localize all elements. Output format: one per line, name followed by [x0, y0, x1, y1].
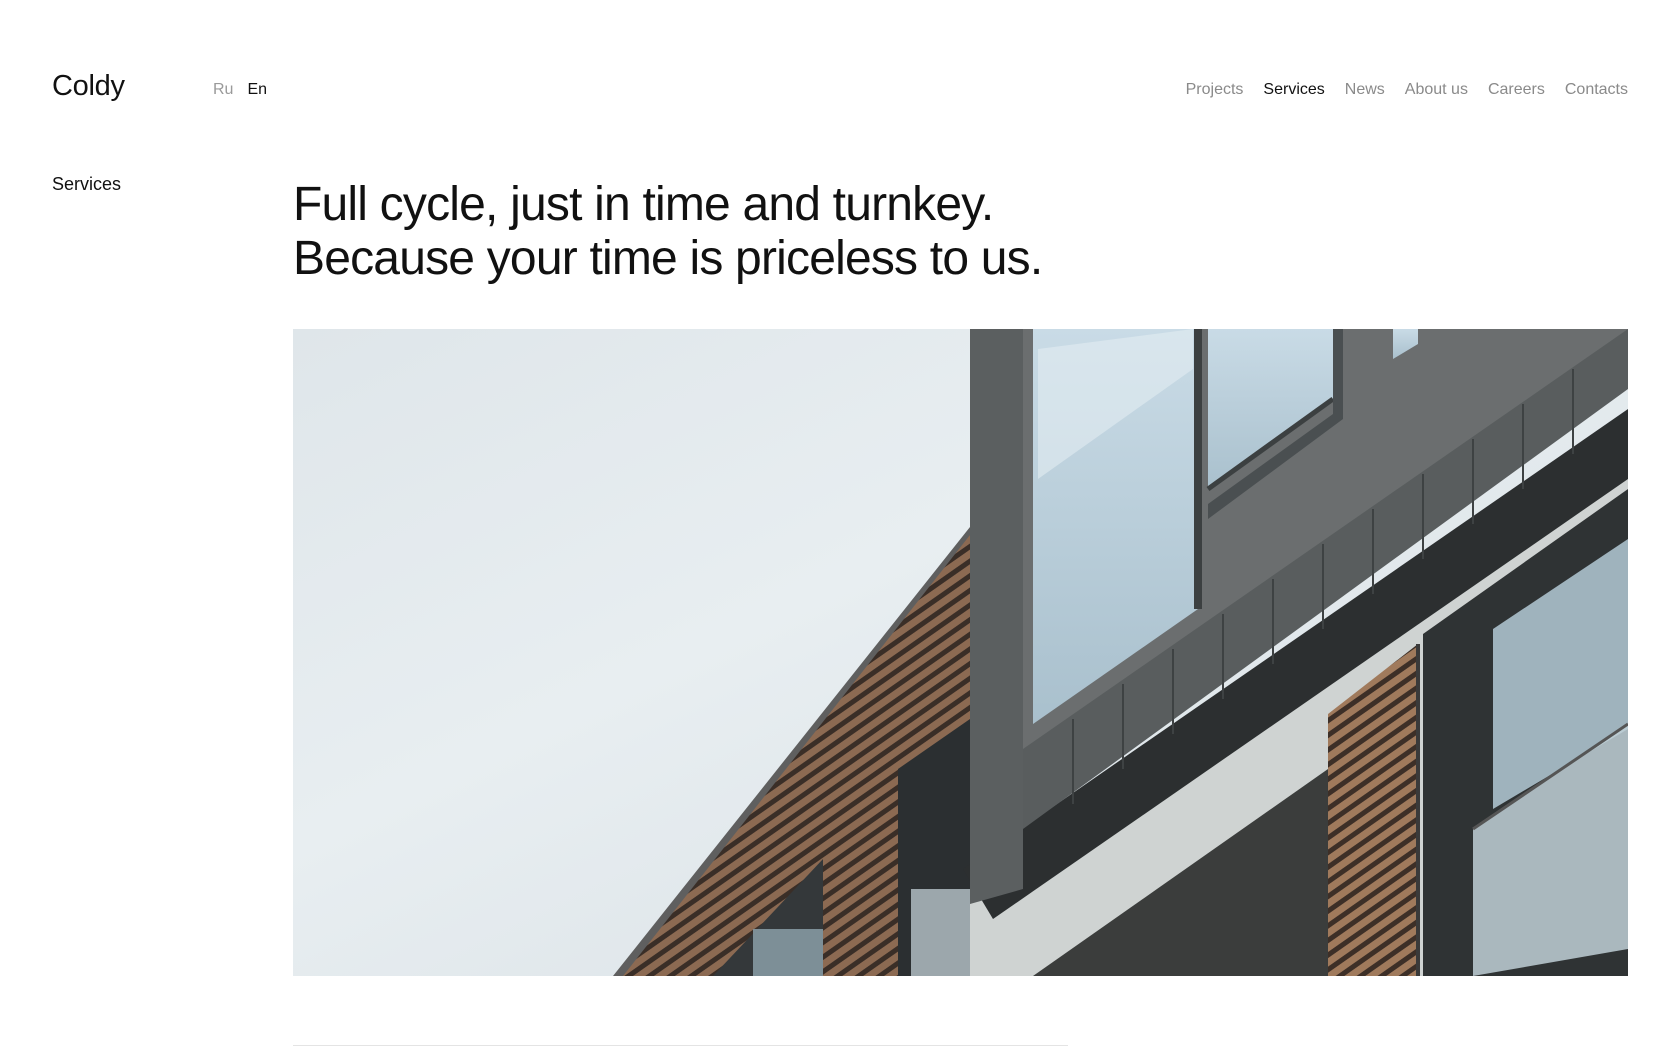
headline-line-2: Because your time is priceless to us. — [293, 232, 1043, 285]
lang-en[interactable]: En — [247, 80, 267, 100]
page-headline: Full cycle, just in time and turnkey. Be… — [293, 178, 1193, 286]
nav-about-us[interactable]: About us — [1405, 80, 1468, 100]
nav-projects[interactable]: Projects — [1186, 80, 1244, 100]
section-label: Services — [52, 174, 122, 194]
nav-services[interactable]: Services — [1263, 80, 1324, 100]
headline-line-1: Full cycle, just in time and turnkey. — [293, 178, 994, 231]
logo[interactable]: Coldy — [52, 68, 125, 104]
language-switcher: Ru En — [213, 80, 267, 100]
nav-news[interactable]: News — [1345, 80, 1385, 100]
nav-contacts[interactable]: Contacts — [1565, 80, 1628, 100]
lang-ru[interactable]: Ru — [213, 80, 233, 100]
main-nav: Projects Services News About us Careers … — [1186, 80, 1628, 100]
section-divider — [293, 1045, 1068, 1046]
nav-careers[interactable]: Careers — [1488, 80, 1545, 100]
hero-image — [293, 329, 1628, 976]
